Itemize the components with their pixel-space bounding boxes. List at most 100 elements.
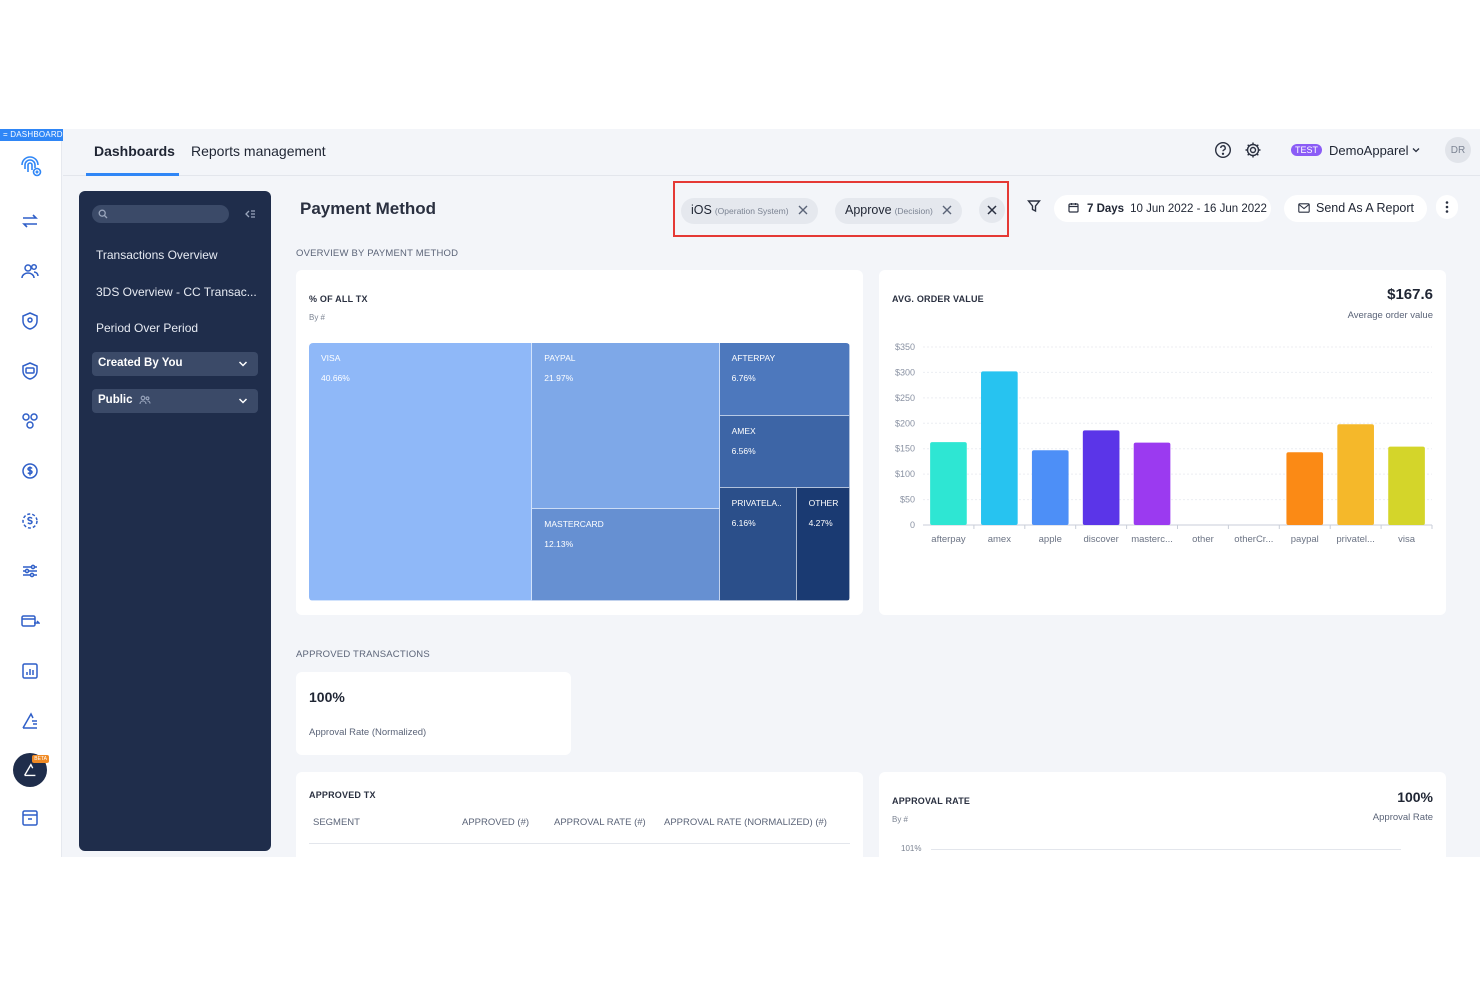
collapse-sidebar-icon[interactable] [243,207,257,221]
bar-apple[interactable] [1031,450,1069,525]
treemap-cell-privatela[interactable]: PRIVATELA.. 6.16% [719,487,797,601]
filter-chip-decision[interactable]: Approve (Decision) [835,198,963,224]
filter-chip-os[interactable]: iOS (Operation System) [681,198,819,224]
treemap-cell-percent: 6.56% [731,446,756,457]
y-tick-label: $100 [895,469,915,479]
treemap-cell-mastercard[interactable]: MASTERCARD 12.13% [532,509,720,601]
treemap-cell-name: PRIVATELA.. [731,497,782,508]
shield-user-icon[interactable] [16,307,44,335]
calendar-icon [1068,203,1079,213]
bar-masterc[interactable] [1133,442,1171,525]
section-label-overview: OVERVIEW BY PAYMENT METHOD [296,248,459,259]
y-tick-label: 101% [901,844,922,853]
card-title: APPROVAL RATE [892,796,971,806]
clear-filters-button[interactable] [979,197,1005,223]
created-by-label: Created By You [98,357,183,369]
sliders-icon[interactable] [16,557,44,585]
dollar-scan-icon[interactable] [16,507,44,535]
approved-tx-card: APPROVED TX SEGMENT APPROVED (#) APPROVA… [296,772,863,857]
x-tick-label: privatel... [1336,534,1375,545]
treemap-cell-percent: 4.27% [808,517,833,528]
x-tick-label: paypal [1291,534,1319,545]
shield-card-icon[interactable] [16,357,44,385]
column-header-approval-rate[interactable]: APPROVAL RATE (#) [554,817,646,828]
bar-afterpay[interactable] [930,442,967,525]
column-header-approved[interactable]: APPROVED (#) [462,817,529,828]
filter-funnel-icon[interactable] [1027,199,1041,213]
sidebar-item-transactions-overview[interactable]: Transactions Overview [96,248,218,262]
bar-amex[interactable] [981,371,1018,525]
visibility-dropdown[interactable]: Public [92,389,258,413]
env-badge: TEST [1291,144,1323,156]
treemap-cell-other[interactable]: OTHER 4.27% [796,487,850,601]
send-as-report-button[interactable]: Send As A Report [1284,195,1427,222]
x-tick-label: apple [1039,534,1062,545]
x-tick-label: amex [988,534,1011,545]
tab-reports-management[interactable]: Reports management [191,143,326,159]
bar-visa[interactable] [1388,446,1425,525]
bar-discover[interactable] [1082,430,1120,525]
filter-value: Approve [845,203,892,217]
beta-tool-icon[interactable]: BETA [13,753,49,787]
tab-dashboards[interactable]: Dashboards [94,143,175,159]
y-tick-label: $250 [895,393,915,403]
app-window: = DASHBOARD BETA Dashboards Reports mana… [0,129,1480,857]
treemap-cell-percent: 6.16% [731,517,756,528]
chevron-down-icon [238,398,248,404]
dashboards-sidebar: Transactions Overview 3DS Overview - CC … [79,191,271,851]
fingerprint-logo-icon[interactable] [16,151,44,179]
bar-paypal[interactable] [1286,452,1324,525]
x-tick-label: discover [1083,534,1118,545]
treemap-cell-afterpay[interactable]: AFTERPAY 6.76% [719,343,850,417]
treemap-cell-name: MASTERCARD [544,519,604,530]
x-tick-label: other [1192,534,1214,545]
section-label-approved: APPROVED TRANSACTIONS [296,649,430,660]
approval-rate-kpi-card: 100% Approval Rate (Normalized) [296,672,571,755]
card-subtitle: By # [892,815,909,824]
page-title: Payment Method [300,199,437,218]
created-by-dropdown[interactable]: Created By You [92,352,258,376]
triangle-rule-icon[interactable] [16,707,44,735]
card-title: AVG. ORDER VALUE [892,294,984,304]
close-icon[interactable] [942,205,952,215]
avatar[interactable]: DR [1445,137,1471,163]
account-switcher[interactable]: DemoApparel [1329,143,1409,158]
table-divider [309,843,850,844]
people-icon [138,395,151,405]
beta-badge: BETA [32,755,49,763]
treemap-cell-paypal[interactable]: PAYPAL 21.97% [532,343,720,510]
users-icon[interactable] [16,257,44,285]
column-header-segment[interactable]: SEGMENT [313,817,360,828]
filter-type: (Operation System) [714,206,789,216]
top-bar: Dashboards Reports management TEST DemoA… [63,129,1480,176]
sidebar-item-period-over-period[interactable]: Period Over Period [96,321,198,335]
network-nodes-icon[interactable] [16,407,44,435]
card-title: APPROVED TX [309,790,376,800]
treemap-cell-amex[interactable]: AMEX 6.56% [719,416,850,488]
treemap-cell-percent: 21.97% [544,373,574,383]
y-tick-label: $200 [895,418,915,428]
sidebar-item-3ds-overview[interactable]: 3DS Overview - CC Transac... [96,285,257,299]
transactions-arrows-icon[interactable] [16,207,44,235]
column-header-approval-rate-normalized[interactable]: APPROVAL RATE (NORMALIZED) (#) [664,817,827,828]
x-tick-label: afterpay [931,534,966,545]
card-arrow-icon[interactable] [16,607,44,635]
bar-privatel[interactable] [1337,424,1374,525]
archive-icon[interactable] [16,804,44,832]
chevron-down-icon[interactable] [1411,145,1421,155]
help-icon[interactable] [1214,141,1232,159]
more-options-button[interactable] [1436,195,1458,219]
x-tick-label: otherCr... [1234,534,1273,545]
date-range-picker[interactable]: 7 Days 10 Jun 2022 - 16 Jun 2022 [1054,195,1271,222]
report-chart-icon[interactable] [16,657,44,685]
avg-order-value-bar-chart: 0 $50 $100 $150 $200 $250 $300 $350 afterpay amex… [895,342,1433,545]
treemap-cell-name: VISA [321,353,341,363]
x-tick-label: masterc... [1131,534,1173,545]
treemap-cell-visa[interactable]: VISA 40.66% [309,343,533,601]
gear-icon[interactable] [1244,141,1262,159]
dollar-refresh-icon[interactable] [16,457,44,485]
kpi-caption: Approval Rate (Normalized) [309,727,427,738]
sidebar-search-input[interactable] [92,205,229,223]
close-icon[interactable] [798,205,808,215]
close-icon [987,205,997,215]
